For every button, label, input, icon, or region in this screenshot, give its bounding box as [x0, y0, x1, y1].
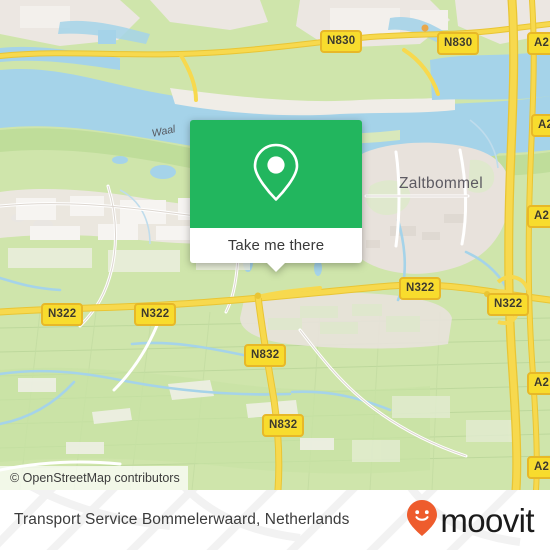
road-shield-n322[interactable]: N322	[41, 303, 84, 326]
road-shield-n832[interactable]: N832	[244, 344, 287, 367]
road-shield-a2[interactable]: A2	[527, 205, 550, 228]
popup-header	[190, 120, 362, 228]
road-shield-a2[interactable]: A2	[527, 372, 550, 395]
place-label-zaltbommel: Zaltbommel	[399, 175, 483, 192]
road-shield-n322[interactable]: N322	[487, 293, 530, 316]
map-pin-icon	[250, 141, 302, 208]
road-shield-n832[interactable]: N832	[262, 414, 305, 437]
road-shield-a2[interactable]: A2	[527, 32, 550, 55]
road-shield-n322[interactable]: N322	[399, 277, 442, 300]
map-screenshot: Zaltbommel Waal N830 N830 A2 A2 A2 N322 …	[0, 0, 550, 550]
take-me-there-label: Take me there	[227, 237, 325, 254]
road-shield-a2[interactable]: A2	[527, 456, 550, 479]
location-popup-card[interactable]: Take me there	[190, 120, 362, 272]
map-canvas[interactable]: Zaltbommel Waal N830 N830 A2 A2 A2 N322 …	[0, 0, 550, 490]
road-shield-n830[interactable]: N830	[320, 30, 363, 53]
osm-attribution[interactable]: © OpenStreetMap contributors	[0, 466, 188, 490]
moovit-smiling-pin-icon	[406, 499, 438, 542]
road-shield-a2[interactable]: A2	[531, 114, 550, 137]
road-shield-n322[interactable]: N322	[134, 303, 177, 326]
moovit-wordmark: moovit	[440, 501, 534, 539]
attribution-text: © OpenStreetMap contributors	[10, 471, 180, 485]
popup-pointer-tail	[267, 263, 285, 272]
popup-footer[interactable]: Take me there	[190, 228, 362, 272]
road-shield-n830[interactable]: N830	[437, 32, 480, 55]
location-title: Transport Service Bommelerwaard, Netherl…	[14, 511, 350, 528]
moovit-logo[interactable]: moovit	[406, 499, 535, 542]
footer-bar: Transport Service Bommelerwaard, Netherl…	[0, 490, 550, 550]
